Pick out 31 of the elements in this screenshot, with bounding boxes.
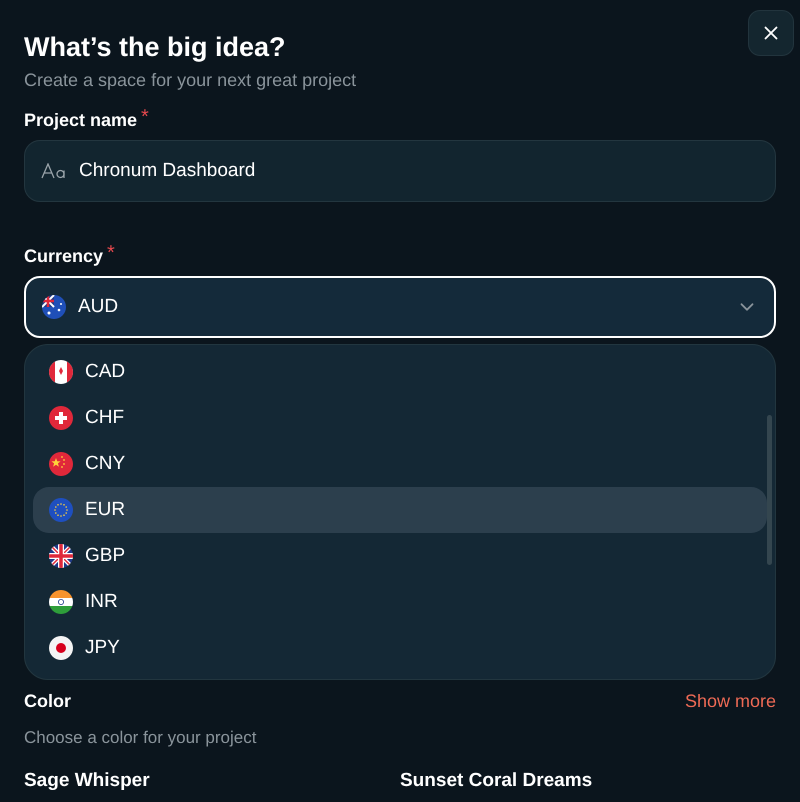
color-name: Sunset Coral Dreams [400, 768, 594, 792]
required-mark: * [141, 108, 149, 126]
dialog-title: What’s the big idea? [24, 31, 286, 64]
currency-select[interactable]: AUD [24, 276, 776, 338]
flag-icon [49, 544, 73, 568]
currency-option[interactable]: EUR [33, 487, 767, 533]
flag-icon [49, 406, 73, 430]
show-more-link[interactable]: Show more [684, 688, 776, 715]
flag-icon [49, 452, 73, 476]
scrollbar[interactable] [767, 415, 772, 565]
color-name: Sage Whisper [24, 768, 151, 792]
currency-option[interactable]: GBP [33, 533, 767, 579]
currency-option[interactable]: CAD [33, 349, 767, 395]
dialog-subtitle: Create a space for your next great project [24, 69, 358, 92]
currency-option[interactable]: JPY [33, 625, 767, 671]
project-name-field[interactable]: Chronum Dashboard [24, 140, 776, 202]
flag-icon [42, 295, 66, 319]
text-icon [41, 163, 67, 179]
section-label: Color [24, 690, 71, 713]
field-label: Currency [24, 245, 104, 268]
section-description: Choose a color for your project [24, 727, 258, 749]
flag-icon [49, 360, 73, 384]
currency-option[interactable]: CHF [33, 395, 767, 441]
flag-icon [49, 636, 73, 660]
required-mark: * [107, 244, 115, 262]
close-button[interactable] [748, 10, 794, 56]
flag-icon [49, 590, 73, 614]
field-label: Project name [24, 109, 138, 132]
flag-icon [49, 498, 73, 522]
currency-option[interactable]: CNY [33, 441, 767, 487]
currency-option[interactable]: INR [33, 579, 767, 625]
